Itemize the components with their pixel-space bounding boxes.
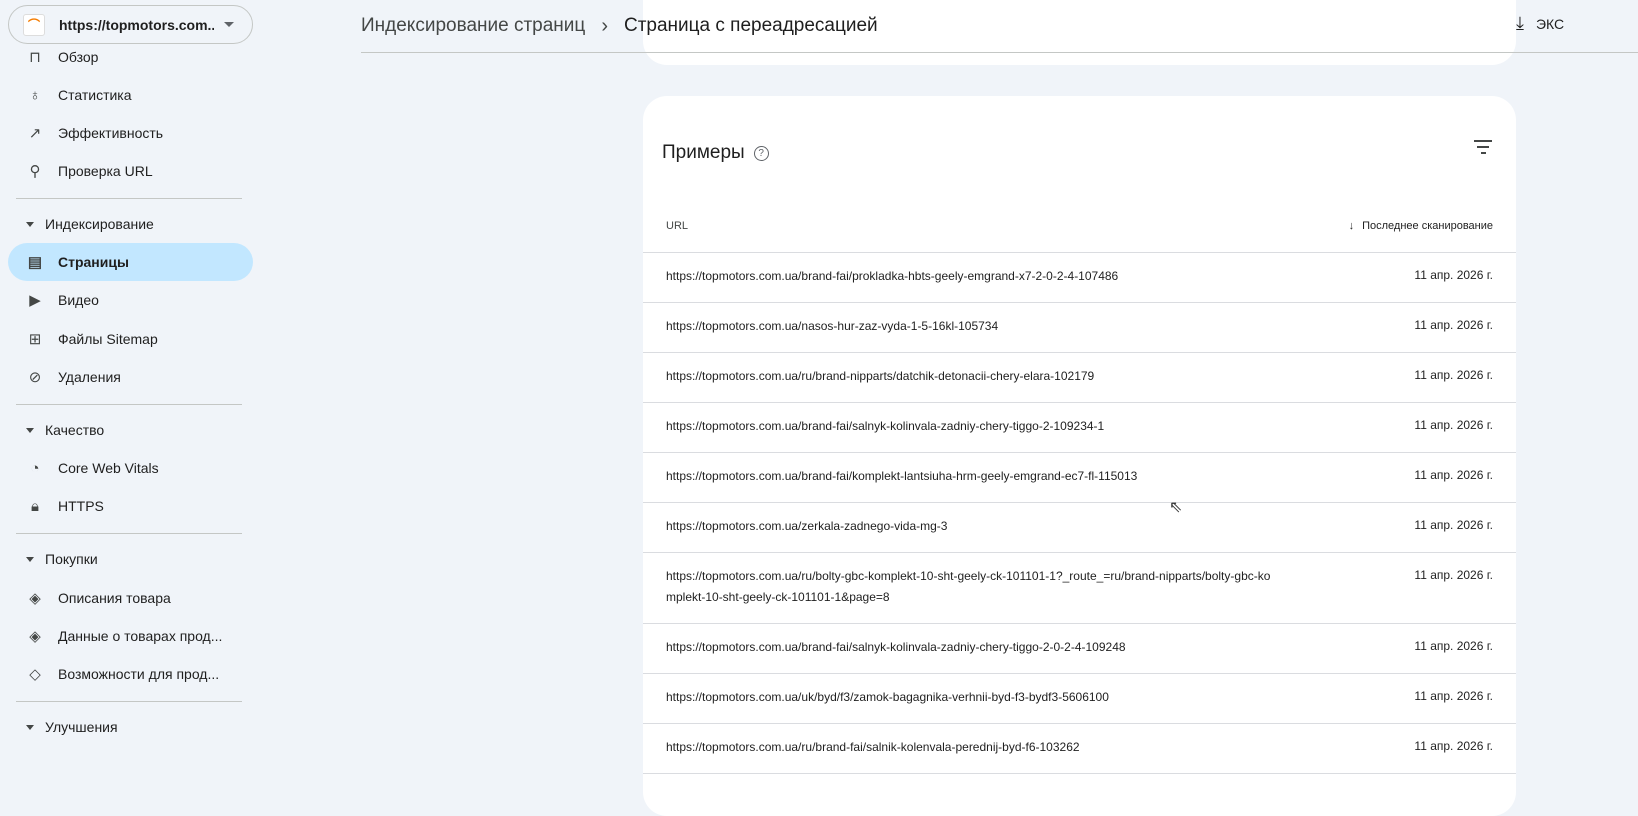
sidebar-item-core-web-vitals[interactable]: ◔ Core Web Vitals: [8, 449, 253, 487]
document-icon: ▤: [27, 254, 43, 271]
chevron-down-icon: [224, 22, 234, 27]
table-row[interactable]: https://topmotors.com.ua/ru/brand-fai/sa…: [643, 724, 1516, 774]
mouse-cursor-icon: ⇖: [1169, 499, 1183, 516]
section-enhancements[interactable]: Улучшения: [26, 719, 118, 735]
table-body: https://topmotors.com.ua/brand-fai/prokl…: [643, 253, 1516, 774]
table-row[interactable]: https://topmotors.com.ua/ru/bolty-gbc-ko…: [643, 553, 1516, 624]
caret-down-icon: [26, 221, 34, 227]
row-date: 11 апр. 2026 г.: [1414, 568, 1493, 582]
eye-off-icon: ⊘: [28, 369, 42, 386]
section-quality[interactable]: Качество: [26, 422, 104, 438]
filter-icon[interactable]: [1474, 140, 1492, 158]
sidebar-item-removals[interactable]: ⊘ Удаления: [8, 358, 253, 396]
section-shopping[interactable]: Покупки: [26, 551, 98, 567]
sidebar-item-shopping-opportunities[interactable]: ◇ Возможности для прод...: [8, 655, 253, 693]
card-title: Примеры: [662, 142, 745, 163]
divider: [16, 404, 242, 405]
sidebar-item-video[interactable]: ▶ Видео: [8, 281, 253, 319]
row-url[interactable]: https://topmotors.com.ua/ru/bolty-gbc-ko…: [666, 566, 1276, 608]
section-indexing[interactable]: Индексирование: [26, 216, 154, 232]
caret-down-icon: [26, 556, 34, 562]
sidebar: ⌒ https://topmotors.com.... ⊓ Обзор ♁ Стат…: [0, 0, 262, 783]
column-url[interactable]: URL: [666, 220, 688, 232]
table-row[interactable]: https://topmotors.com.ua/brand-fai/prokl…: [643, 253, 1516, 303]
table-row[interactable]: https://topmotors.com.ua/brand-fai/salny…: [643, 403, 1516, 453]
sidebar-item-performance[interactable]: ↗ Эффективность: [8, 114, 253, 152]
table-row[interactable]: https://topmotors.com.ua/brand-fai/salny…: [643, 624, 1516, 674]
row-date: 11 апр. 2026 г.: [1414, 739, 1493, 753]
row-url[interactable]: https://topmotors.com.ua/ru/brand-nippar…: [666, 366, 1276, 387]
layers-icon: ◈: [29, 628, 41, 645]
sidebar-item-sitemaps[interactable]: ⊞ Файлы Sitemap: [8, 320, 253, 358]
chevron-right-icon: ›: [601, 14, 608, 37]
sort-arrow-down-icon: ↓: [1348, 220, 1355, 232]
layers-icon: ◈: [29, 590, 41, 607]
export-button[interactable]: ⤓ ЭКС: [1516, 13, 1564, 34]
row-date: 11 апр. 2026 г.: [1414, 468, 1493, 482]
row-date: 11 апр. 2026 г.: [1414, 689, 1493, 703]
sidebar-item-pages[interactable]: ▤ Страницы: [8, 243, 253, 281]
row-url[interactable]: https://topmotors.com.ua/brand-fai/salny…: [666, 416, 1276, 437]
row-date: 11 апр. 2026 г.: [1414, 639, 1493, 653]
row-url[interactable]: https://topmotors.com.ua/zerkala-zadnego…: [666, 516, 1276, 537]
table-row[interactable]: https://topmotors.com.ua/zerkala-zadnego…: [643, 503, 1516, 553]
tag-icon: ◇: [29, 666, 41, 683]
divider: [16, 198, 242, 199]
row-date: 11 апр. 2026 г.: [1414, 318, 1493, 332]
help-icon[interactable]: ?: [753, 145, 769, 161]
table-row[interactable]: https://topmotors.com.ua/uk/byd/f3/zamok…: [643, 674, 1516, 724]
row-date: 11 апр. 2026 г.: [1414, 268, 1493, 282]
sitemap-icon: ⊞: [28, 331, 42, 348]
site-favicon-icon: ⌒: [23, 13, 45, 36]
row-date: 11 апр. 2026 г.: [1414, 518, 1493, 532]
table-row[interactable]: https://topmotors.com.ua/brand-fai/kompl…: [643, 453, 1516, 503]
caret-down-icon: [26, 724, 34, 730]
lock-icon: 🔒︎: [31, 497, 39, 515]
speedometer-icon: ◔: [30, 459, 40, 477]
sidebar-item-url-inspection[interactable]: ⚲ Проверка URL: [8, 152, 253, 190]
video-icon: ▶: [29, 292, 41, 309]
property-selector[interactable]: ⌒ https://topmotors.com....: [8, 5, 253, 44]
search-icon: ⚲: [29, 163, 41, 180]
overview-icon: ⊓: [29, 49, 41, 66]
sidebar-item-merchant-listings[interactable]: ◈ Данные о товарах прод...: [8, 617, 253, 655]
breadcrumb: Индексирование страниц › Страница с пере…: [361, 0, 1638, 53]
divider: [16, 533, 242, 534]
examples-card: Примеры? URL ↓ Последнее сканирование htt…: [643, 96, 1516, 816]
breadcrumb-indexing[interactable]: Индексирование страниц: [361, 15, 585, 37]
caret-down-icon: [26, 427, 34, 433]
sidebar-item-product-snippets[interactable]: ◈ Описания товара: [8, 579, 253, 617]
row-date: 11 апр. 2026 г.: [1414, 368, 1493, 382]
divider: [16, 701, 242, 702]
download-icon: ⤓: [1516, 13, 1524, 33]
table-row[interactable]: https://topmotors.com.ua/ru/brand-nippar…: [643, 353, 1516, 403]
row-url[interactable]: https://topmotors.com.ua/brand-fai/kompl…: [666, 466, 1276, 487]
table-row[interactable]: https://topmotors.com.ua/nasos-hur-zaz-v…: [643, 303, 1516, 353]
row-url[interactable]: https://topmotors.com.ua/ru/brand-fai/sa…: [666, 737, 1276, 758]
row-url[interactable]: https://topmotors.com.ua/uk/byd/f3/zamok…: [666, 687, 1276, 708]
row-url[interactable]: https://topmotors.com.ua/brand-fai/prokl…: [666, 266, 1276, 287]
column-last-crawl[interactable]: ↓ Последнее сканирование: [1349, 220, 1493, 232]
row-url[interactable]: https://topmotors.com.ua/brand-fai/salny…: [666, 637, 1276, 658]
lightbulb-icon: ♁: [29, 86, 41, 104]
row-date: 11 апр. 2026 г.: [1414, 418, 1493, 432]
sidebar-item-statistics[interactable]: ♁ Статистика: [8, 76, 253, 114]
row-url[interactable]: https://topmotors.com.ua/nasos-hur-zaz-v…: [666, 316, 1276, 337]
page-title: Страница с переадресацией: [623, 15, 878, 36]
trending-up-icon: ↗: [28, 125, 42, 142]
table-header: URL ↓ Последнее сканирование: [643, 216, 1516, 253]
sidebar-item-https[interactable]: 🔒︎ HTTPS: [8, 487, 253, 525]
